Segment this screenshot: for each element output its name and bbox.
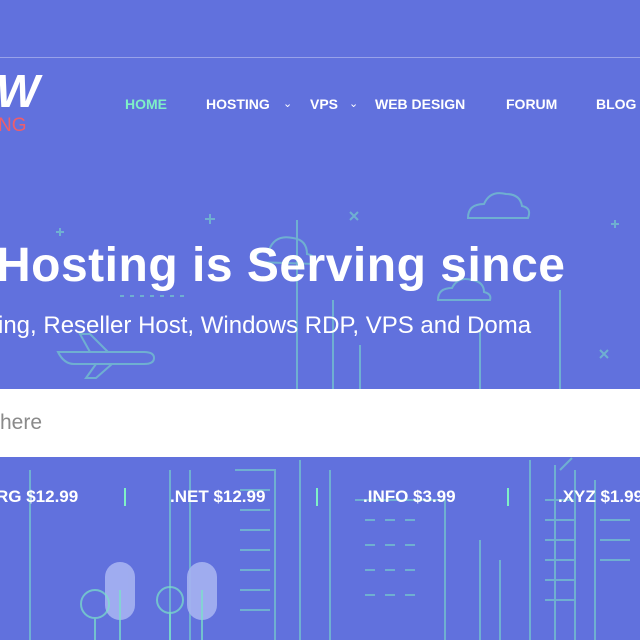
building-icon bbox=[355, 499, 446, 640]
chevron-down-icon[interactable]: ⌄ bbox=[349, 97, 358, 111]
chevron-down-icon[interactable]: ⌄ bbox=[283, 97, 292, 111]
price-org: RG $12.99 bbox=[0, 487, 79, 506]
price-divider bbox=[316, 488, 318, 506]
price-info: .INFO $3.99 bbox=[363, 487, 456, 506]
cloud-icon bbox=[466, 192, 531, 219]
domain-search-input[interactable] bbox=[0, 389, 640, 457]
nav-blog[interactable]: BLOG bbox=[596, 94, 636, 114]
hero-headline: Hosting is Serving since bbox=[0, 239, 566, 292]
nav-forum[interactable]: FORUM bbox=[506, 94, 557, 114]
logo-subtext: NG bbox=[0, 115, 27, 136]
price-divider bbox=[507, 488, 509, 506]
search-placeholder: here bbox=[0, 411, 43, 434]
price-net: .NET $12.99 bbox=[170, 487, 266, 506]
hero-subline: ing, Reseller Host, Windows RDP, VPS and… bbox=[0, 312, 532, 339]
main-nav: HOME HOSTING ⌄ VPS ⌄ WEB DESIGN FORUM BL… bbox=[0, 94, 640, 114]
nav-hosting[interactable]: HOSTING bbox=[206, 94, 270, 114]
price-xyz: .XYZ $1.99 bbox=[558, 487, 640, 506]
nav-home[interactable]: HOME bbox=[125, 94, 167, 114]
nav-vps[interactable]: VPS bbox=[310, 94, 338, 114]
price-divider bbox=[124, 488, 126, 506]
header-divider bbox=[0, 57, 640, 58]
nav-web-design[interactable]: WEB DESIGN bbox=[375, 94, 465, 114]
